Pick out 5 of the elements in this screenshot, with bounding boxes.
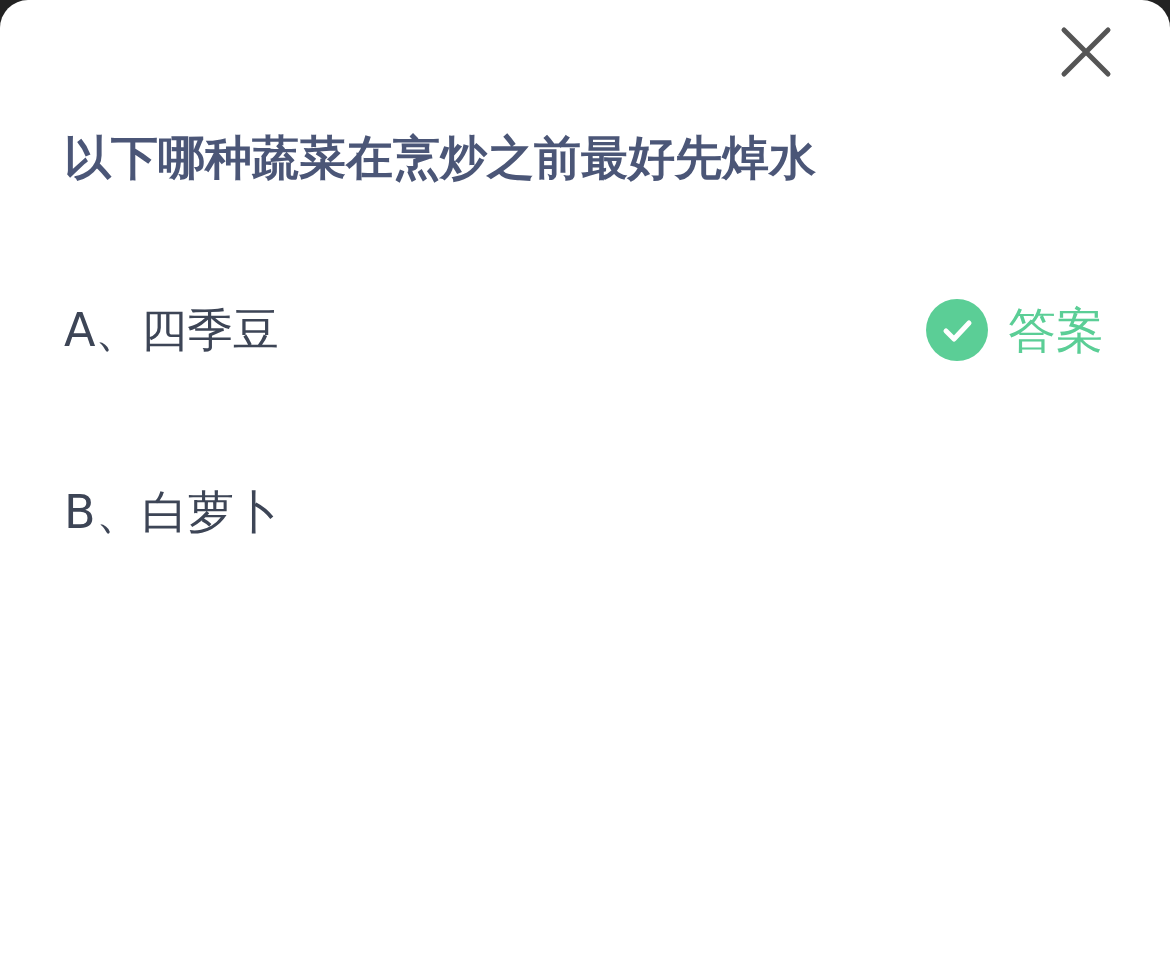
answer-label: 答案 (1008, 301, 1104, 360)
close-button[interactable] (1060, 26, 1112, 78)
answer-option[interactable]: A、四季豆 (64, 300, 280, 360)
question-title: 以下哪种蔬菜在烹炒之前最好先焯水 (64, 129, 817, 187)
answer-option[interactable]: B、白萝卜 (64, 482, 280, 542)
